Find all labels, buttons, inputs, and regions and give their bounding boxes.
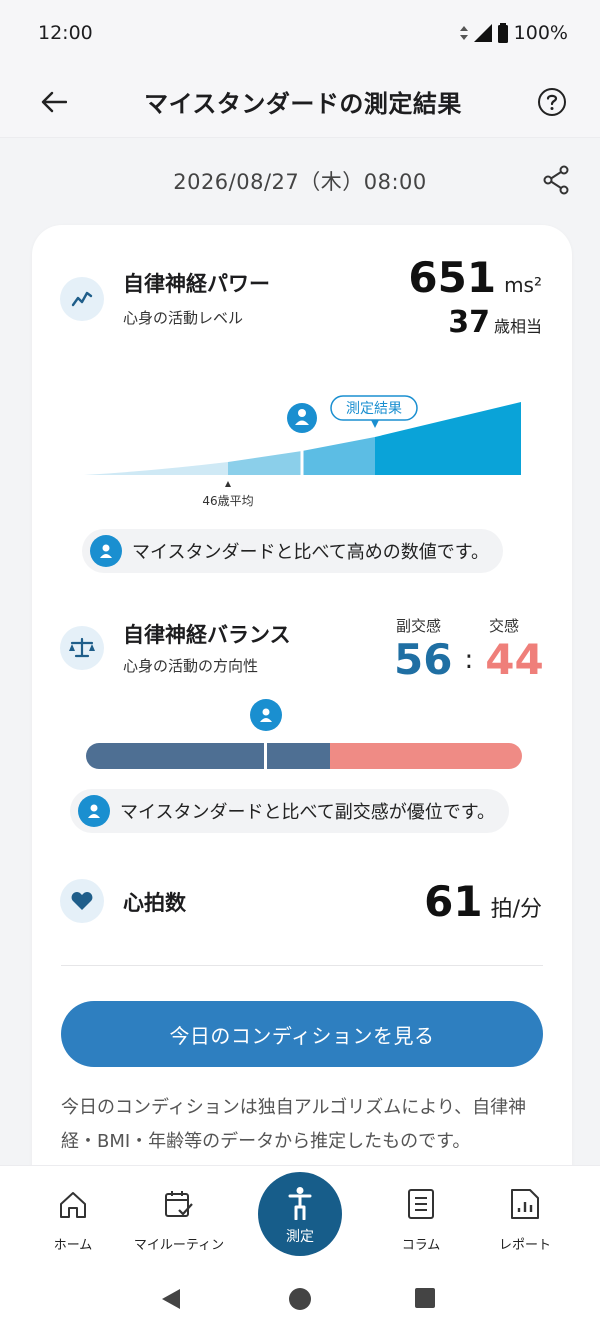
sym-label: 交感 xyxy=(489,617,520,635)
wave-icon xyxy=(71,291,93,307)
power-unit: ms² xyxy=(504,273,542,297)
home-circle-icon xyxy=(289,1288,311,1310)
person-figure-icon xyxy=(288,1187,312,1221)
power-area-light xyxy=(84,462,228,475)
help-icon xyxy=(538,87,566,116)
balance-title: 自律神経バランス xyxy=(123,623,291,647)
system-home-button[interactable] xyxy=(288,1287,312,1315)
age-value-group: 37 歳相当 xyxy=(448,305,542,340)
report-chart-icon xyxy=(470,1186,580,1220)
system-recents-button[interactable] xyxy=(414,1287,436,1313)
power-subtitle: 心身の活動レベル xyxy=(123,309,244,327)
nav-home[interactable]: ホーム xyxy=(18,1186,128,1253)
result-card: 自律神経パワー 心身の活動レベル 651 ms² 37 歳相当 測定結果 46歳… xyxy=(32,225,572,1225)
heart-unit: 拍/分 xyxy=(490,897,542,922)
heart-section-icon xyxy=(60,879,104,923)
view-condition-button[interactable]: 今日のコンディションを見る xyxy=(61,1001,543,1067)
balance-message: マイスタンダードと比べて副交感が優位です。 xyxy=(70,789,509,833)
avg-label: 46歳平均 xyxy=(202,494,253,508)
share-button[interactable] xyxy=(538,162,574,198)
power-area-mid-2 xyxy=(302,437,375,475)
power-area-mid-1 xyxy=(228,451,302,475)
battery-icon xyxy=(497,23,508,43)
status-icons: 100% xyxy=(459,22,568,44)
person-icon xyxy=(260,708,272,722)
age-unit: 歳相当 xyxy=(493,317,542,336)
age-value: 37 xyxy=(448,305,490,340)
measurement-date: 2026/08/27（木）08:00 xyxy=(173,170,427,194)
condition-note: 今日のコンディションは独自アルゴリズムにより、自律神経・BMI・年齢等のデータか… xyxy=(61,1097,527,1152)
system-nav xyxy=(0,1265,600,1335)
power-marker-head xyxy=(298,409,306,417)
para-label: 副交感 xyxy=(396,617,442,635)
calendar-check-icon xyxy=(124,1186,234,1220)
nav-measure[interactable]: 測定 xyxy=(258,1172,342,1256)
power-value: 651 xyxy=(408,253,497,302)
signal-icon xyxy=(473,24,492,42)
heart-value: 61 xyxy=(424,877,483,926)
heart-title: 心拍数 xyxy=(123,891,186,915)
document-icon xyxy=(366,1186,476,1220)
share-icon xyxy=(543,165,569,195)
power-marker-pin xyxy=(287,403,317,433)
power-title: 自律神経パワー xyxy=(123,272,270,296)
power-message: マイスタンダードと比べて高めの数値です。 xyxy=(82,529,503,573)
result-bubble-label: 測定結果 xyxy=(346,401,402,417)
scale-icon xyxy=(69,637,95,658)
balance-bar-sympathetic xyxy=(330,743,522,769)
nav-home-label: ホーム xyxy=(53,1238,93,1253)
power-message-text: マイスタンダードと比べて高めの数値です。 xyxy=(132,542,489,563)
power-value-group: 651 ms² xyxy=(408,253,542,302)
person-icon xyxy=(78,795,110,827)
balance-subtitle: 心身の活動の方向性 xyxy=(123,657,259,675)
balance-section-icon xyxy=(60,626,104,670)
nav-column[interactable]: コラム xyxy=(366,1186,476,1253)
balance-marker-pin xyxy=(250,699,282,731)
battery-percent: 100% xyxy=(513,22,568,44)
heart-value-group: 61 拍/分 xyxy=(424,877,542,926)
para-value: 56 xyxy=(394,635,453,684)
balance-message-text: マイスタンダードと比べて副交感が優位です。 xyxy=(120,802,495,823)
help-button[interactable] xyxy=(534,84,570,120)
balance-separator: : xyxy=(464,644,474,675)
sym-value: 44 xyxy=(485,635,544,684)
date-row: 2026/08/27（木）08:00 xyxy=(0,158,600,204)
home-icon xyxy=(18,1186,128,1220)
status-time: 12:00 xyxy=(38,22,93,44)
nav-report[interactable]: レポート xyxy=(470,1186,580,1253)
result-bubble-tail xyxy=(371,420,379,428)
power-area-chart: 測定結果 46歳平均 xyxy=(84,395,521,508)
balance-bar xyxy=(86,743,522,769)
system-back-button[interactable] xyxy=(160,1287,182,1315)
status-bar: 12:00 100% xyxy=(0,0,600,66)
avg-marker xyxy=(225,481,231,487)
recents-square-icon xyxy=(415,1288,435,1308)
nav-measure-label: 測定 xyxy=(286,1229,314,1245)
nav-routine[interactable]: マイルーティン xyxy=(124,1186,234,1253)
balance-bar-parasympathetic xyxy=(86,743,331,769)
page-title: マイスタンダードの測定結果 xyxy=(144,90,462,118)
data-transfer-icon xyxy=(459,26,468,40)
back-button[interactable] xyxy=(36,84,72,120)
nav-report-label: レポート xyxy=(498,1238,551,1253)
person-icon xyxy=(90,535,122,567)
nav-column-label: コラム xyxy=(401,1238,441,1253)
heart-icon xyxy=(71,892,93,910)
divider xyxy=(61,965,543,966)
nav-routine-label: マイルーティン xyxy=(133,1238,225,1253)
back-triangle-icon xyxy=(162,1289,180,1309)
back-arrow-icon xyxy=(41,91,67,112)
balance-values: 56 : 44 xyxy=(394,635,544,684)
app-bar: マイスタンダードの測定結果 xyxy=(0,66,600,138)
power-section-icon xyxy=(60,277,104,321)
